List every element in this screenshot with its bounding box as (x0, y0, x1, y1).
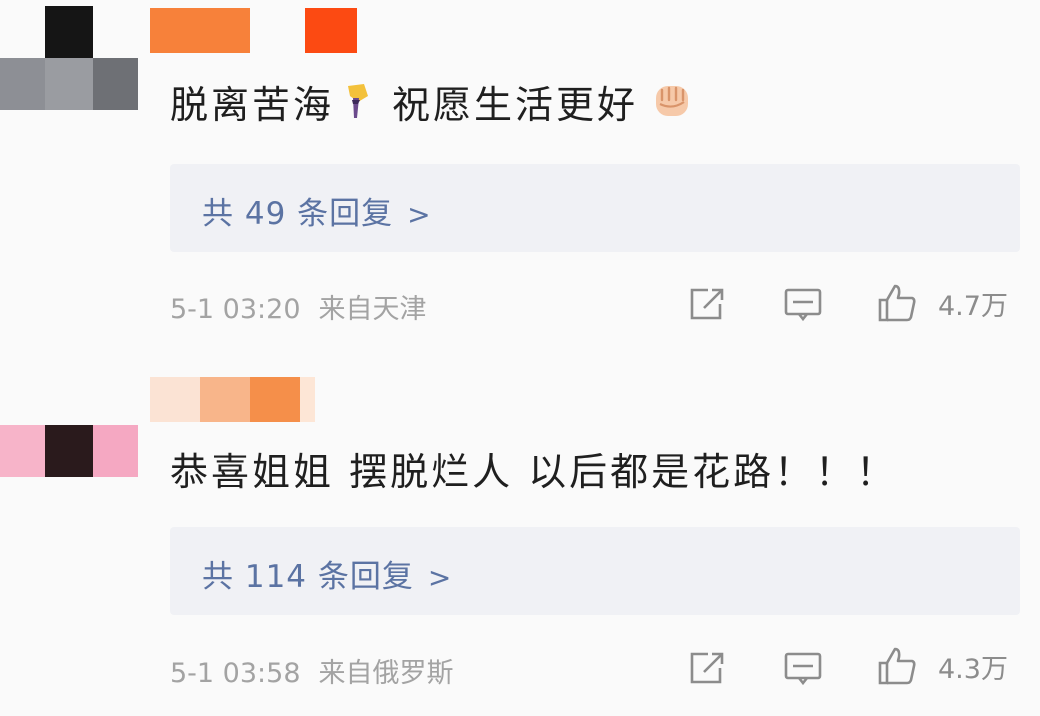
comment-meta: 5-1 03:20 来自天津 (170, 287, 427, 326)
thumbs-up-icon (876, 282, 918, 324)
like-count: 4.3万 (938, 653, 1008, 685)
comment-icon (783, 286, 823, 322)
reply-summary-box[interactable]: 共 49 条回复 > (170, 164, 1020, 252)
thumbs-up-icon (876, 645, 918, 687)
username[interactable] (150, 377, 315, 422)
comment-button[interactable] (783, 286, 823, 322)
reply-count-label: 共 49 条回复 (202, 196, 394, 232)
comment-item: 恭喜姐姐 摆脱烂人 以后都是花路！！！ 共 114 条回复 > 5-1 03:58… (0, 365, 1040, 716)
comment-text: 恭喜姐姐 摆脱烂人 以后都是花路！！！ (170, 450, 898, 494)
avatar[interactable] (0, 6, 138, 110)
timestamp: 5-1 03:58 (170, 658, 301, 689)
comment-text-part: 祝愿生活更好 (392, 83, 639, 127)
chevron-right-icon: > (427, 561, 453, 594)
comment-item: 脱离苦海 祝愿生活更好 共 49 条回复 > 5-1 03:20 来自天津 4.… (0, 0, 1040, 360)
comment-button[interactable] (783, 650, 823, 686)
location: 来自天津 (318, 294, 427, 325)
chevron-right-icon: > (407, 198, 432, 231)
avatar[interactable] (0, 425, 138, 477)
share-icon (688, 286, 726, 322)
like-count: 4.7万 (938, 290, 1008, 322)
location: 来自俄罗斯 (318, 658, 454, 689)
like-button[interactable]: 4.7万 (876, 282, 1008, 324)
view-replies-link[interactable]: 共 114 条回复 > (202, 551, 452, 596)
comment-icon (783, 650, 823, 686)
comment-text: 脱离苦海 祝愿生活更好 (170, 80, 692, 126)
like-button[interactable]: 4.3万 (876, 645, 1008, 687)
share-button[interactable] (688, 650, 726, 686)
share-icon (688, 650, 726, 686)
torch-icon (342, 82, 372, 126)
username[interactable] (150, 8, 357, 53)
comment-meta: 5-1 03:58 来自俄罗斯 (170, 651, 454, 690)
reply-summary-box[interactable]: 共 114 条回复 > (170, 527, 1020, 615)
comment-text-part: 脱离苦海 (170, 83, 335, 127)
raised-fist-icon (652, 80, 692, 126)
view-replies-link[interactable]: 共 49 条回复 > (202, 188, 432, 233)
share-button[interactable] (688, 286, 726, 322)
timestamp: 5-1 03:20 (170, 294, 301, 325)
reply-count-label: 共 114 条回复 (202, 559, 414, 595)
